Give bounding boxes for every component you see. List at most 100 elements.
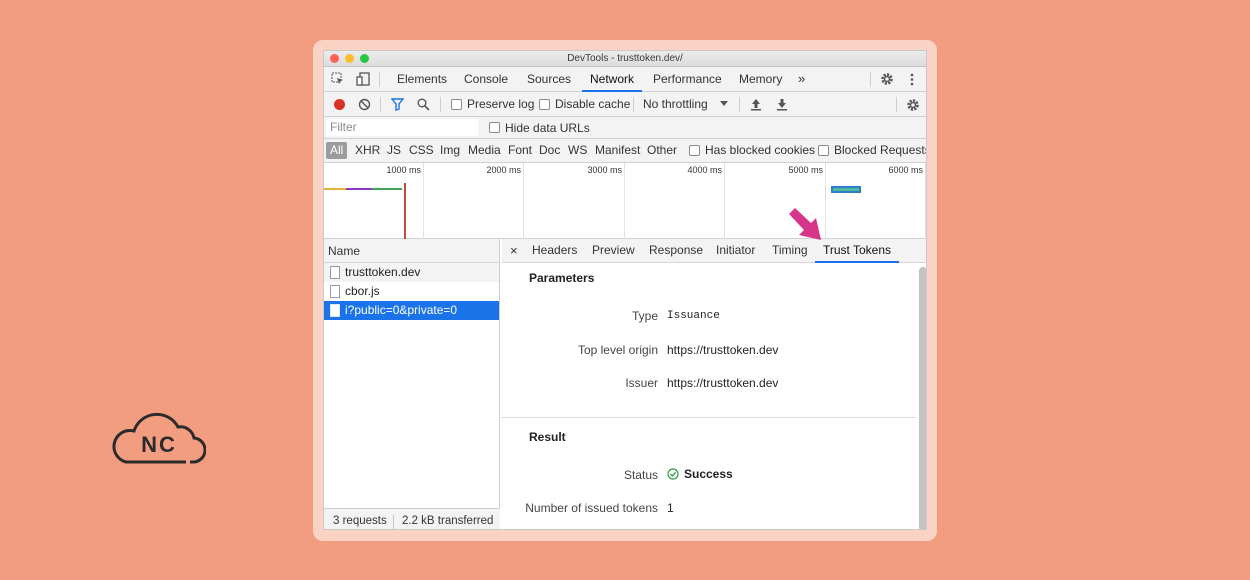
type-filter-xhr[interactable]: XHR bbox=[355, 139, 380, 162]
has-blocked-cookies-label: Has blocked cookies bbox=[705, 143, 816, 157]
request-row-selected[interactable]: i?public=0&private=0 bbox=[324, 301, 499, 320]
request-list: Name trusttoken.dev cbor.js i?public=0&p… bbox=[324, 239, 500, 529]
network-toolbar: Preserve log Disable cache No throttling bbox=[324, 92, 926, 117]
zoom-window-button[interactable] bbox=[360, 54, 369, 63]
tab-elements[interactable]: Elements bbox=[397, 67, 447, 92]
arrow-indicator-icon bbox=[787, 206, 827, 242]
tab-response[interactable]: Response bbox=[649, 239, 703, 262]
main-tab-bar: Elements Console Sources Network Perform… bbox=[324, 67, 926, 92]
timeline-tick-label: 6000 ms bbox=[888, 165, 923, 175]
minimize-window-button[interactable] bbox=[345, 54, 354, 63]
tab-network[interactable]: Network bbox=[582, 67, 643, 92]
status-value: Success bbox=[684, 467, 733, 481]
result-heading: Result bbox=[529, 430, 566, 444]
preserve-log-label: Preserve log bbox=[467, 97, 535, 111]
tab-initiator[interactable]: Initiator bbox=[716, 239, 755, 262]
devtools-frame: DevTools - trusttoken.dev/ Elements Cons… bbox=[313, 40, 937, 541]
settings-gear-icon[interactable] bbox=[879, 71, 895, 87]
issued-tokens-value: 1 bbox=[667, 501, 674, 515]
more-options-icon[interactable] bbox=[906, 71, 918, 87]
network-status-bar: 3 requests 2.2 kB transferred bbox=[324, 508, 500, 529]
tab-preview[interactable]: Preview bbox=[592, 239, 635, 262]
network-body: Name trusttoken.dev cbor.js i?public=0&p… bbox=[324, 239, 926, 529]
parameters-heading: Parameters bbox=[529, 271, 595, 285]
filter-bar: Filter Hide data URLs bbox=[324, 117, 926, 139]
type-filter-doc[interactable]: Doc bbox=[539, 139, 560, 162]
close-window-button[interactable] bbox=[330, 54, 339, 63]
filter-input[interactable]: Filter bbox=[326, 119, 478, 136]
type-filter-css[interactable]: CSS bbox=[409, 139, 434, 162]
name-column-header[interactable]: Name bbox=[324, 239, 499, 263]
chevron-down-icon[interactable] bbox=[719, 99, 729, 109]
close-detail-icon[interactable]: × bbox=[510, 239, 518, 262]
export-har-icon[interactable] bbox=[775, 97, 789, 111]
hide-data-urls-checkbox[interactable] bbox=[489, 122, 500, 133]
transferred-size: 2.2 kB transferred bbox=[402, 515, 494, 527]
tab-sources[interactable]: Sources bbox=[527, 67, 571, 92]
request-row[interactable]: cbor.js bbox=[324, 282, 499, 301]
issued-tokens-label: Number of issued tokens bbox=[525, 501, 658, 515]
hide-data-urls-label: Hide data URLs bbox=[505, 121, 590, 135]
preserve-log-checkbox[interactable] bbox=[451, 99, 462, 110]
tab-headers[interactable]: Headers bbox=[532, 239, 577, 262]
inspect-element-icon[interactable] bbox=[330, 71, 346, 87]
device-toolbar-icon[interactable] bbox=[355, 71, 371, 87]
timeline-tick-label: 1000 ms bbox=[386, 165, 421, 175]
request-detail-panel: × Headers Preview Response Initiator Tim… bbox=[502, 239, 926, 529]
filter-icon[interactable] bbox=[390, 97, 404, 111]
logo-text: NC bbox=[141, 432, 177, 457]
request-row[interactable]: trusttoken.dev bbox=[324, 263, 499, 282]
timeline-overview[interactable]: 1000 ms 2000 ms 3000 ms 4000 ms 5000 ms … bbox=[324, 163, 926, 239]
tab-timing[interactable]: Timing bbox=[772, 239, 808, 262]
more-tabs-button[interactable]: » bbox=[798, 67, 805, 92]
tab-console[interactable]: Console bbox=[464, 67, 508, 92]
request-name: i?public=0&private=0 bbox=[345, 303, 458, 317]
tab-memory[interactable]: Memory bbox=[739, 67, 782, 92]
devtools-window: DevTools - trusttoken.dev/ Elements Cons… bbox=[323, 50, 927, 530]
clear-icon[interactable] bbox=[357, 97, 371, 111]
detail-scrollbar[interactable] bbox=[919, 267, 926, 529]
timeline-bar bbox=[346, 188, 372, 190]
type-filter-other[interactable]: Other bbox=[647, 139, 677, 162]
disable-cache-checkbox[interactable] bbox=[539, 99, 550, 110]
search-icon[interactable] bbox=[416, 97, 430, 111]
request-name: trusttoken.dev bbox=[345, 265, 421, 279]
document-icon bbox=[330, 266, 340, 279]
disable-cache-label: Disable cache bbox=[555, 97, 631, 111]
type-filter-media[interactable]: Media bbox=[468, 139, 501, 162]
network-settings-gear-icon[interactable] bbox=[905, 97, 921, 113]
document-icon bbox=[330, 304, 340, 317]
blocked-requests-label: Blocked Requests bbox=[834, 143, 927, 157]
detail-tab-bar: × Headers Preview Response Initiator Tim… bbox=[502, 239, 926, 263]
status-value-group: Success bbox=[667, 467, 733, 481]
has-blocked-cookies-checkbox[interactable] bbox=[689, 145, 700, 156]
document-icon bbox=[330, 285, 340, 298]
record-button[interactable] bbox=[332, 97, 346, 111]
type-filter-manifest[interactable]: Manifest bbox=[595, 139, 640, 162]
type-filter-ws[interactable]: WS bbox=[568, 139, 587, 162]
type-filter-all[interactable]: All bbox=[326, 142, 348, 159]
tab-trust-tokens[interactable]: Trust Tokens bbox=[815, 239, 900, 263]
tab-performance[interactable]: Performance bbox=[653, 67, 722, 92]
type-filter-font[interactable]: Font bbox=[508, 139, 532, 162]
timeline-bar bbox=[324, 188, 346, 190]
type-filter-img[interactable]: Img bbox=[440, 139, 460, 162]
timeline-request-bar bbox=[831, 186, 861, 193]
import-har-icon[interactable] bbox=[749, 97, 763, 111]
status-label: Status bbox=[623, 468, 658, 482]
request-name: cbor.js bbox=[345, 284, 380, 298]
trust-tokens-pane: Parameters Type Issuance Top level origi… bbox=[502, 263, 926, 529]
type-filter-bar: All XHR JS CSS Img Media Font Doc WS Man… bbox=[324, 139, 926, 163]
timeline-tick-label: 2000 ms bbox=[486, 165, 521, 175]
top-level-origin-value: https://trusttoken.dev bbox=[667, 343, 779, 357]
nc-cloud-logo: NC bbox=[112, 405, 207, 467]
throttling-select[interactable]: No throttling bbox=[643, 92, 708, 117]
timeline-load-marker bbox=[404, 183, 406, 239]
timeline-tick-label: 3000 ms bbox=[587, 165, 622, 175]
type-label: Type bbox=[631, 309, 658, 323]
type-filter-js[interactable]: JS bbox=[387, 139, 401, 162]
request-count: 3 requests bbox=[333, 515, 387, 527]
issuer-label: Issuer bbox=[625, 376, 658, 390]
issuer-value: https://trusttoken.dev bbox=[667, 376, 779, 390]
blocked-requests-checkbox[interactable] bbox=[818, 145, 829, 156]
